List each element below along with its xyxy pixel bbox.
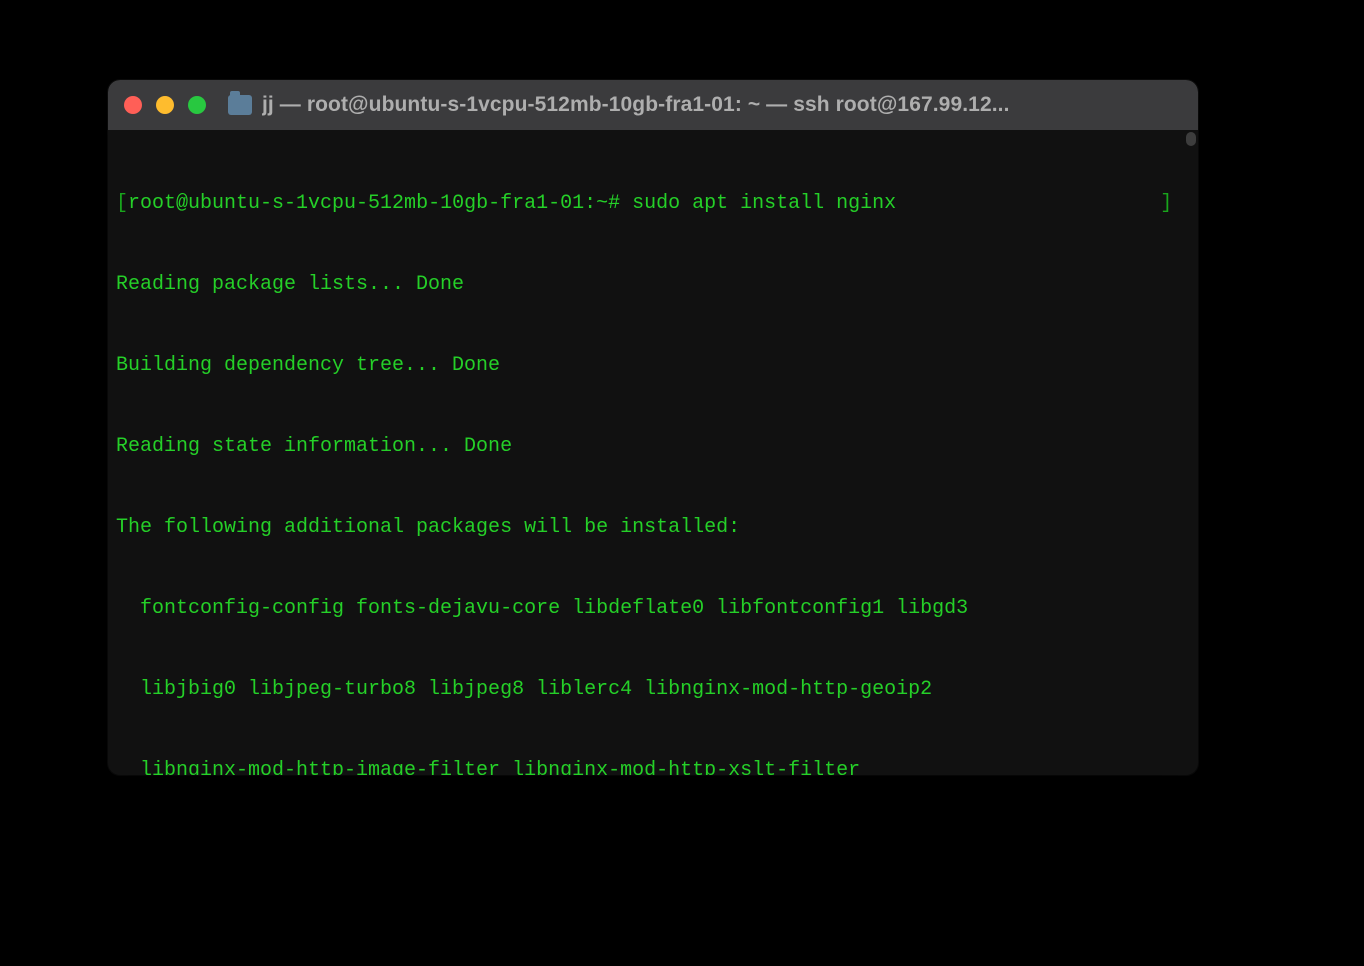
prompt-hostpath: root@ubuntu-s-1vcpu-512mb-10gb-fra1-01:~… — [128, 192, 632, 215]
traffic-lights — [124, 96, 206, 114]
zoom-button[interactable] — [188, 96, 206, 114]
minimize-button[interactable] — [156, 96, 174, 114]
close-button[interactable] — [124, 96, 142, 114]
folder-icon — [228, 95, 252, 115]
output-line: fontconfig-config fonts-dejavu-core libd… — [116, 595, 1190, 622]
output-line: libnginx-mod-http-image-filter libnginx-… — [116, 757, 1190, 775]
prompt-command: sudo apt install nginx — [632, 192, 896, 215]
window-title-bar[interactable]: jj — root@ubuntu-s-1vcpu-512mb-10gb-fra1… — [108, 80, 1198, 130]
scrollbar-thumb[interactable] — [1186, 132, 1196, 146]
window-title: jj — root@ubuntu-s-1vcpu-512mb-10gb-fra1… — [262, 93, 1182, 117]
output-line: The following additional packages will b… — [116, 514, 1190, 541]
terminal-content[interactable]: [root@ubuntu-s-1vcpu-512mb-10gb-fra1-01:… — [108, 130, 1198, 775]
output-line: Reading state information... Done — [116, 433, 1190, 460]
scrollbar[interactable] — [1184, 130, 1198, 775]
prompt-line: [root@ubuntu-s-1vcpu-512mb-10gb-fra1-01:… — [116, 190, 1190, 217]
output-line: Building dependency tree... Done — [116, 352, 1190, 379]
terminal-window: jj — root@ubuntu-s-1vcpu-512mb-10gb-fra1… — [108, 80, 1198, 775]
prompt-open-bracket: [ — [116, 192, 128, 215]
output-line: Reading package lists... Done — [116, 271, 1190, 298]
output-line: libjbig0 libjpeg-turbo8 libjpeg8 liblerc… — [116, 676, 1190, 703]
prompt-close-bracket: ] — [896, 192, 1172, 215]
